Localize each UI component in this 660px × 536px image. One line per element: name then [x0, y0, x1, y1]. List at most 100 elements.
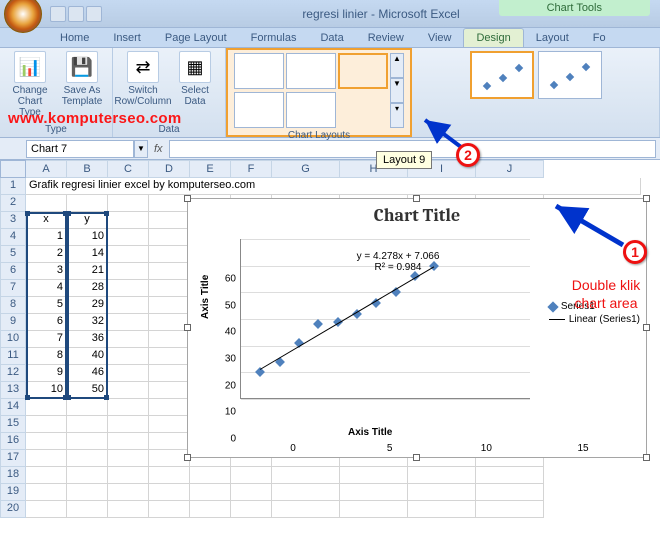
layout-thumb-11[interactable]: [286, 92, 336, 128]
trendline[interactable]: [260, 266, 435, 370]
col-header-b[interactable]: B: [67, 160, 108, 178]
cell[interactable]: [108, 263, 149, 280]
cell[interactable]: [408, 501, 476, 518]
row-header[interactable]: 12: [0, 365, 26, 382]
tab-home[interactable]: Home: [48, 29, 101, 47]
switch-row-column-button[interactable]: ⇄ Switch Row/Column: [119, 51, 167, 107]
trendline-equation[interactable]: y = 4.278x + 7.066 R² = 0.984: [328, 251, 468, 273]
cell[interactable]: [108, 501, 149, 518]
row-header[interactable]: 19: [0, 484, 26, 501]
name-box-dropdown-icon[interactable]: ▼: [134, 140, 148, 158]
cell[interactable]: [67, 399, 108, 416]
cell[interactable]: 8: [26, 348, 67, 365]
row-header[interactable]: 9: [0, 314, 26, 331]
cell[interactable]: [272, 501, 340, 518]
cell[interactable]: [340, 484, 408, 501]
cell[interactable]: [26, 467, 67, 484]
layouts-scroll-up-icon[interactable]: ▲: [390, 53, 404, 78]
cell[interactable]: [149, 229, 190, 246]
cell[interactable]: [231, 467, 272, 484]
cell[interactable]: [67, 433, 108, 450]
tab-data[interactable]: Data: [308, 29, 355, 47]
cell[interactable]: [108, 229, 149, 246]
row-header[interactable]: 4: [0, 229, 26, 246]
cell[interactable]: [26, 484, 67, 501]
cell[interactable]: 3: [26, 263, 67, 280]
row-header[interactable]: 13: [0, 382, 26, 399]
col-header-d[interactable]: D: [149, 160, 190, 178]
cell[interactable]: [26, 433, 67, 450]
cell[interactable]: 28: [67, 280, 108, 297]
layout-thumb-10[interactable]: [234, 92, 284, 128]
cell[interactable]: [149, 433, 190, 450]
cell[interactable]: [108, 433, 149, 450]
cell[interactable]: 4: [26, 280, 67, 297]
cell[interactable]: [108, 484, 149, 501]
layout-thumb-7[interactable]: [234, 53, 284, 89]
cell[interactable]: [108, 280, 149, 297]
cell[interactable]: [26, 450, 67, 467]
cell[interactable]: 46: [67, 365, 108, 382]
cell[interactable]: [67, 501, 108, 518]
change-chart-type-button[interactable]: 📊 Change Chart Type: [6, 51, 54, 118]
row-header[interactable]: 2: [0, 195, 26, 212]
cell[interactable]: 32: [67, 314, 108, 331]
cell[interactable]: Grafik regresi linier excel by komputers…: [26, 178, 641, 195]
row-header[interactable]: 16: [0, 433, 26, 450]
cell[interactable]: [190, 467, 231, 484]
cell[interactable]: 50: [67, 382, 108, 399]
tab-insert[interactable]: Insert: [101, 29, 153, 47]
cell[interactable]: [272, 467, 340, 484]
col-header-g[interactable]: G: [272, 160, 340, 178]
cell[interactable]: [108, 314, 149, 331]
cell[interactable]: [149, 348, 190, 365]
cell[interactable]: [108, 348, 149, 365]
row-header[interactable]: 3: [0, 212, 26, 229]
cell[interactable]: [108, 399, 149, 416]
layout-thumb-8[interactable]: [286, 53, 336, 89]
cell[interactable]: 14: [67, 246, 108, 263]
cell[interactable]: [108, 365, 149, 382]
cell[interactable]: [26, 195, 67, 212]
select-all-corner[interactable]: [0, 160, 26, 178]
tab-format[interactable]: Fo: [581, 29, 618, 47]
cell[interactable]: 10: [67, 229, 108, 246]
cell[interactable]: [149, 399, 190, 416]
cell[interactable]: 36: [67, 331, 108, 348]
tab-formulas[interactable]: Formulas: [239, 29, 309, 47]
cell[interactable]: [67, 195, 108, 212]
row-header[interactable]: 7: [0, 280, 26, 297]
cell[interactable]: [149, 484, 190, 501]
tab-review[interactable]: Review: [356, 29, 416, 47]
cell[interactable]: 2: [26, 246, 67, 263]
save-as-template-button[interactable]: 💾 Save As Template: [58, 51, 106, 107]
cell[interactable]: [67, 467, 108, 484]
col-header-j[interactable]: J: [476, 160, 544, 178]
cell[interactable]: [149, 263, 190, 280]
qat-save-icon[interactable]: [50, 6, 66, 22]
cell[interactable]: [67, 450, 108, 467]
y-axis-title[interactable]: Axis Title: [200, 275, 211, 319]
cell[interactable]: [340, 501, 408, 518]
cell[interactable]: 29: [67, 297, 108, 314]
row-header[interactable]: 14: [0, 399, 26, 416]
cell[interactable]: 7: [26, 331, 67, 348]
cell[interactable]: [67, 416, 108, 433]
row-header[interactable]: 6: [0, 263, 26, 280]
cell[interactable]: [340, 467, 408, 484]
cell[interactable]: [108, 331, 149, 348]
layouts-scroll-down-icon[interactable]: ▼: [390, 78, 404, 103]
cell[interactable]: [149, 212, 190, 229]
tab-page-layout[interactable]: Page Layout: [153, 29, 239, 47]
cell[interactable]: [476, 467, 544, 484]
tab-view[interactable]: View: [416, 29, 464, 47]
cell[interactable]: [149, 467, 190, 484]
cell[interactable]: [149, 280, 190, 297]
cell[interactable]: [190, 484, 231, 501]
chart-style-2[interactable]: [538, 51, 602, 99]
cell[interactable]: [149, 365, 190, 382]
tab-design[interactable]: Design: [463, 28, 523, 47]
cell[interactable]: 9: [26, 365, 67, 382]
cell[interactable]: 6: [26, 314, 67, 331]
col-header-e[interactable]: E: [190, 160, 231, 178]
